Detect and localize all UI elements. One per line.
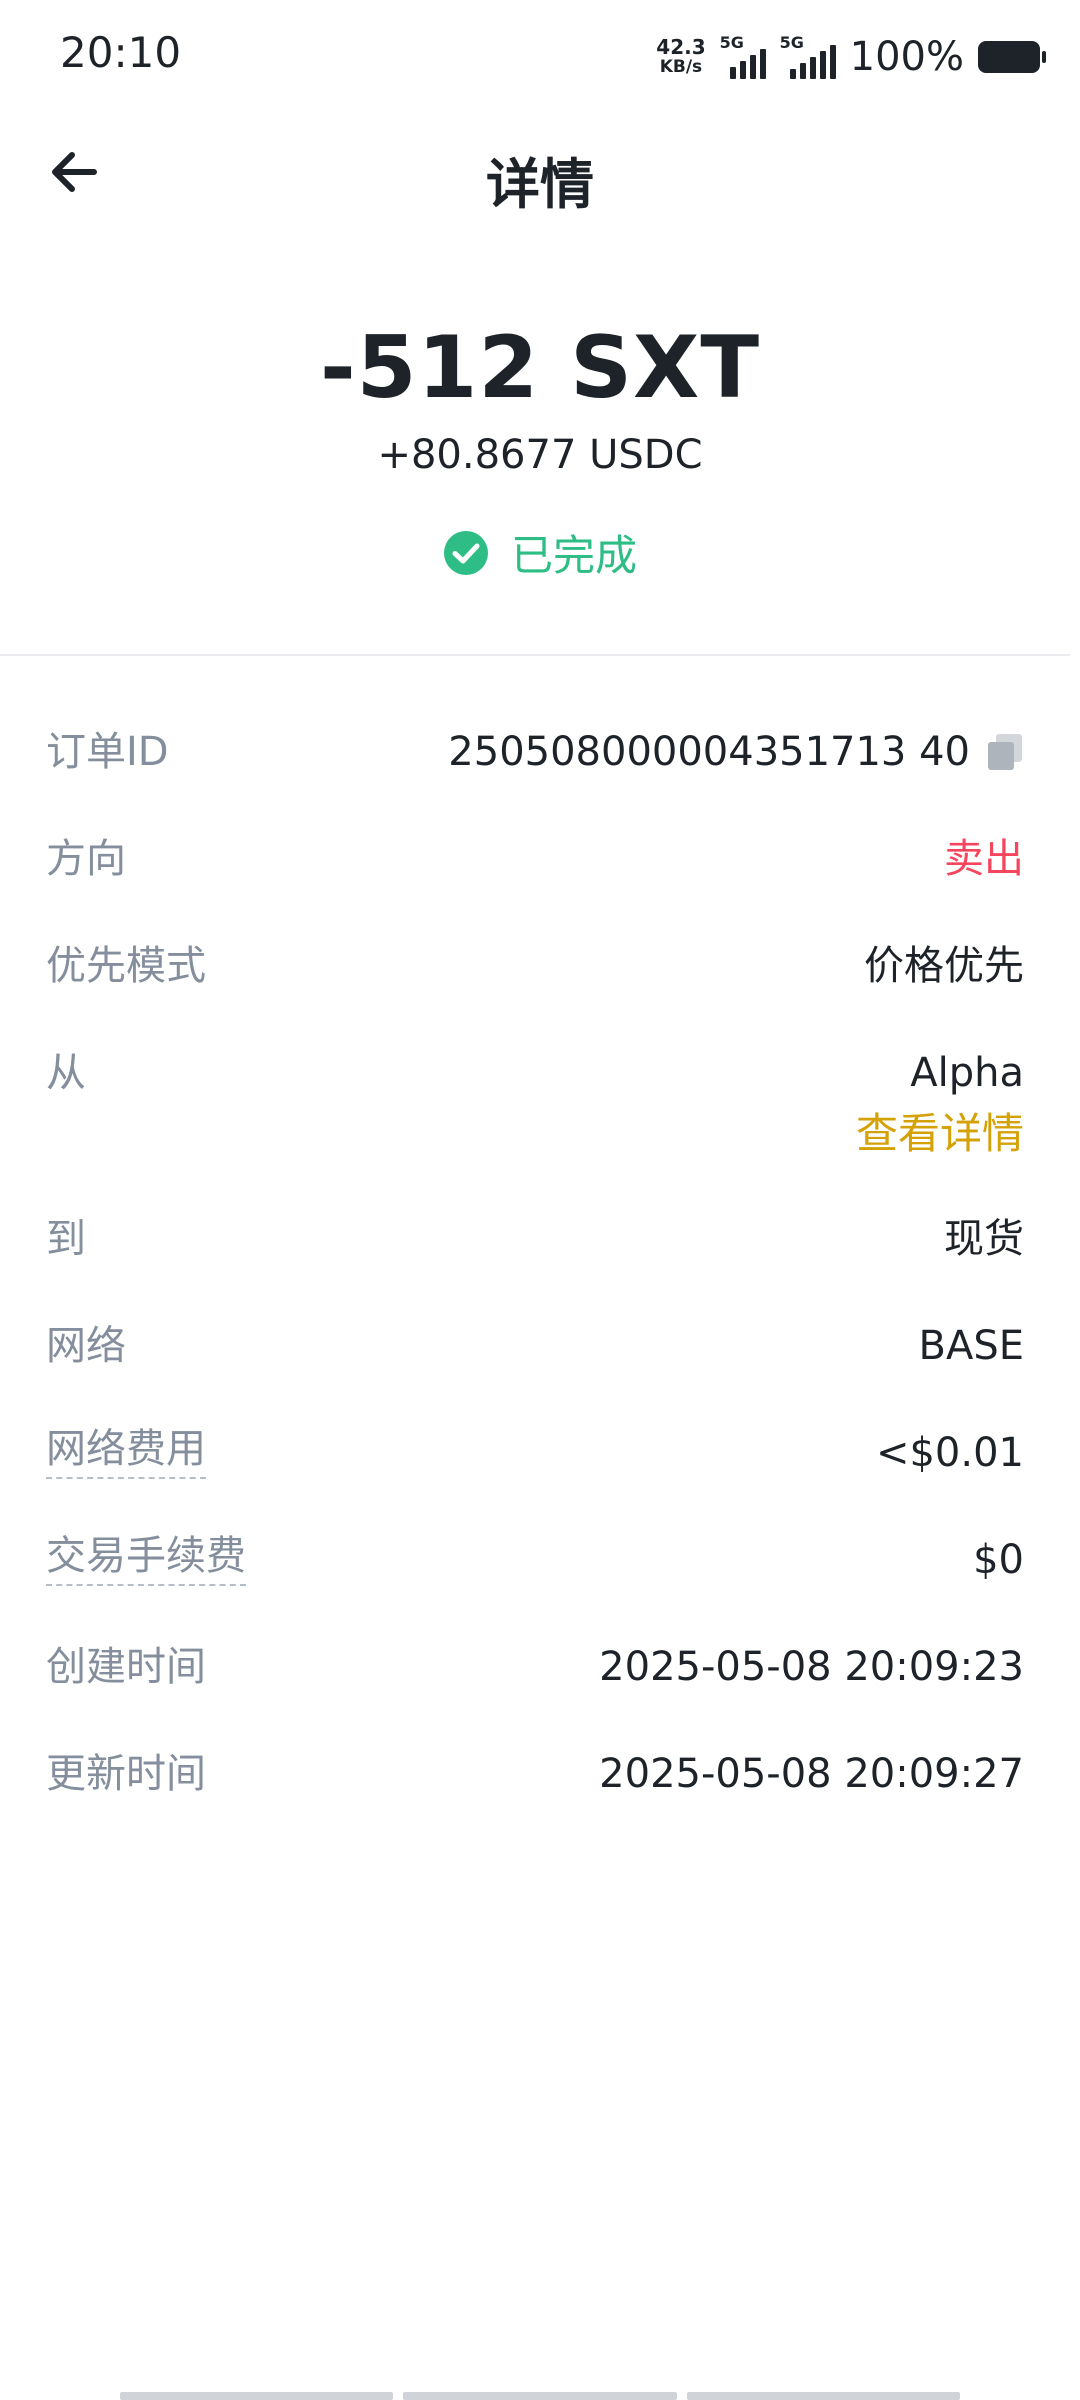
row-from: 从 Alpha 查看详情	[46, 1041, 1024, 1163]
created-time-label: 创建时间	[46, 1644, 206, 1690]
detail-page: 20:10 42.3 KB/s 5G 5G 100% 详情 -512 SXT +…	[0, 0, 1080, 2400]
network-value: BASE	[918, 1323, 1024, 1369]
network-speed: 42.3 KB/s	[656, 37, 705, 77]
row-priority: 优先模式 价格优先	[46, 934, 1024, 998]
trading-fee-label[interactable]: 交易手续费	[46, 1528, 246, 1586]
status-bar: 20:10 42.3 KB/s 5G 5G 100%	[0, 0, 1080, 110]
from-value: Alpha	[910, 1050, 1024, 1096]
from-label: 从	[46, 1050, 86, 1096]
network-fee-value: <$0.01	[875, 1430, 1024, 1476]
updated-time-value: 2025-05-08 20:09:27	[599, 1751, 1024, 1797]
battery-icon	[978, 41, 1046, 73]
view-details-link[interactable]: 查看详情	[856, 1105, 1024, 1163]
battery-percent: 100%	[849, 34, 964, 80]
network-speed-value: 42.3	[656, 35, 706, 59]
sold-amount: -512 SXT	[319, 318, 761, 418]
row-trading-fee: 交易手续费 $0	[46, 1528, 1024, 1592]
row-direction: 方向 卖出	[46, 827, 1024, 891]
row-network: 网络 BASE	[46, 1314, 1024, 1378]
status-badge: 已完成	[0, 522, 1080, 583]
order-id-value: 250508000004351713 40	[448, 729, 970, 775]
divider	[0, 654, 1070, 656]
row-network-fee: 网络费用 <$0.01	[46, 1421, 1024, 1485]
from-value-group: Alpha 查看详情	[856, 1041, 1024, 1163]
row-to: 到 现货	[46, 1207, 1024, 1271]
order-id-group: 250508000004351713 40	[448, 720, 1024, 784]
signal-sim1-icon: 5G	[720, 35, 766, 79]
check-circle-icon	[443, 530, 488, 575]
row-updated-time: 更新时间 2025-05-08 20:09:27	[46, 1742, 1024, 1806]
status-text: 已完成	[510, 531, 637, 580]
copy-icon[interactable]	[988, 734, 1024, 770]
created-time-value: 2025-05-08 20:09:23	[599, 1644, 1024, 1690]
updated-time-label: 更新时间	[46, 1751, 206, 1797]
row-order-id: 订单ID 250508000004351713 40	[46, 720, 1024, 784]
nav-bar: 详情	[0, 120, 1080, 230]
order-id-label: 订单ID	[46, 729, 169, 775]
page-title: 详情	[486, 153, 594, 216]
sim2-label: 5G	[779, 33, 804, 52]
trading-fee-value: $0	[973, 1537, 1024, 1583]
priority-value: 价格优先	[864, 943, 1024, 989]
to-value: 现货	[944, 1216, 1024, 1262]
status-indicators: 42.3 KB/s 5G 5G 100%	[656, 32, 1046, 82]
sim1-label: 5G	[719, 33, 744, 52]
network-label: 网络	[46, 1323, 126, 1369]
row-created-time: 创建时间 2025-05-08 20:09:23	[46, 1635, 1024, 1699]
network-fee-label[interactable]: 网络费用	[46, 1421, 206, 1479]
signal-sim2-icon: 5G	[780, 35, 836, 79]
status-time: 20:10	[60, 28, 182, 77]
direction-label: 方向	[46, 836, 126, 882]
priority-label: 优先模式	[46, 943, 206, 989]
received-amount: +80.8677 USDC	[377, 432, 703, 478]
to-label: 到	[46, 1216, 86, 1262]
direction-value: 卖出	[944, 836, 1024, 882]
gesture-bar[interactable]	[120, 2392, 960, 2400]
network-speed-unit: KB/s	[659, 57, 703, 77]
